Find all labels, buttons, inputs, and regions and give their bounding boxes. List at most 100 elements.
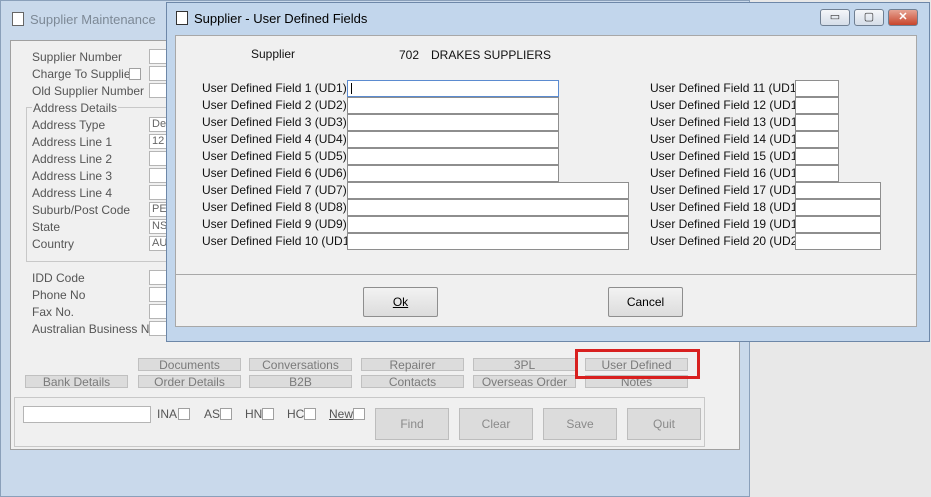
ud15-input[interactable] [795,148,839,165]
idd-code-label: IDD Code [32,271,85,285]
hc-label: HC [287,407,305,421]
cancel-button[interactable]: Cancel [608,287,683,317]
ud19-input[interactable] [795,216,881,233]
ud20-label: User Defined Field 20 (UD20) [650,234,809,248]
ud20-input[interactable] [795,233,881,250]
ud14-input[interactable] [795,131,839,148]
minimize-button[interactable]: ▭ [820,9,850,26]
ina-checkbox[interactable] [178,408,190,420]
ud17-label: User Defined Field 17 (UD17) [650,183,809,197]
ud10-input[interactable] [347,233,629,250]
close-button[interactable]: ✕ [888,9,918,26]
bank-details-button[interactable]: Bank Details [25,375,128,388]
ud9-input[interactable] [347,216,629,233]
old-supplier-number-label: Old Supplier Number [32,84,145,98]
ud9-label: User Defined Field 9 (UD9) [202,217,347,231]
dialog-separator [175,274,917,275]
ud3-label: User Defined Field 3 (UD3) [202,115,347,129]
country-label: Country [32,237,75,251]
ud10-label: User Defined Field 10 (UD10) [202,234,361,248]
ina-label: INA [157,407,178,421]
new-checkbox[interactable] [353,408,365,420]
phone-no-label: Phone No [32,288,86,302]
address-type-label: Address Type [32,118,106,132]
ud1-input[interactable] [347,80,559,97]
ud8-label: User Defined Field 8 (UD8) [202,200,347,214]
ud7-label: User Defined Field 7 (UD7) [202,183,347,197]
address-line-3-label: Address Line 3 [32,169,113,183]
abn-label: Australian Business No [32,322,157,336]
ud4-label: User Defined Field 4 (UD4) [202,132,347,146]
search-input[interactable] [23,406,151,423]
ud19-label: User Defined Field 19 (UD19) [650,217,809,231]
b2b-button[interactable]: B2B [249,375,352,388]
ud16-input[interactable] [795,165,839,182]
clear-button[interactable]: Clear [459,408,533,440]
ud1-label: User Defined Field 1 (UD1) [202,81,347,95]
maximize-icon: ▢ [863,11,875,23]
address-line-4-label: Address Line 4 [32,186,113,200]
hc-checkbox[interactable] [304,408,316,420]
ud18-input[interactable] [795,199,881,216]
ud5-input[interactable] [347,148,559,165]
suburb-post-code-label: Suburb/Post Code [32,203,131,217]
ud2-input[interactable] [347,97,559,114]
3pl-button[interactable]: 3PL [473,358,576,371]
as-label: AS [204,407,221,421]
supplier-number-label: Supplier Number [32,50,123,64]
as-checkbox[interactable] [220,408,232,420]
ud5-label: User Defined Field 5 (UD5) [202,149,347,163]
ud6-input[interactable] [347,165,559,182]
ud7-input[interactable] [347,182,629,199]
ud18-label: User Defined Field 18 (UD18) [650,200,809,214]
ud6-label: User Defined Field 6 (UD6) [202,166,347,180]
ud2-label: User Defined Field 2 (UD2) [202,98,347,112]
repairer-button[interactable]: Repairer [361,358,464,371]
ud12-label: User Defined Field 12 (UD12) [650,98,809,112]
document-icon [12,12,24,26]
ok-button-label: Ok [392,295,409,309]
supplier-label: Supplier [251,47,296,61]
maximize-button[interactable]: ▢ [854,9,884,26]
address-details-label: Address Details [32,101,119,115]
minimize-icon: ▭ [829,11,841,23]
quit-button[interactable]: Quit [627,408,701,440]
ok-button[interactable]: Ok [363,287,438,317]
charge-to-supplier-checkbox[interactable] [129,68,141,80]
fax-no-label: Fax No. [32,305,75,319]
supplier-number-value: 702 [399,48,420,62]
conversations-button[interactable]: Conversations [249,358,352,371]
new-label: New [329,407,354,421]
address-line-2-label: Address Line 2 [32,152,113,166]
ud16-label: User Defined Field 16 (UD16) [650,166,809,180]
charge-to-supplier-label: Charge To Supplier [32,67,135,81]
state-label: State [32,220,61,234]
supplier-name-value: DRAKES SUPPLIERS [431,48,552,62]
ud8-input[interactable] [347,199,629,216]
order-details-button[interactable]: Order Details [138,375,241,388]
ud17-input[interactable] [795,182,881,199]
ud12-input[interactable] [795,97,839,114]
ud14-label: User Defined Field 14 (UD14) [650,132,809,146]
ud15-label: User Defined Field 15 (UD15) [650,149,809,163]
dialog-title: Supplier - User Defined Fields [176,11,367,26]
contacts-button[interactable]: Contacts [361,375,464,388]
hn-label: HN [245,407,263,421]
hn-checkbox[interactable] [262,408,274,420]
text-caret [351,83,352,94]
ud13-input[interactable] [795,114,839,131]
ud3-input[interactable] [347,114,559,131]
ud13-label: User Defined Field 13 (UD13) [650,115,809,129]
close-icon: ✕ [898,11,908,23]
overseas-order-button[interactable]: Overseas Order [473,375,576,388]
document-icon [176,11,188,25]
find-button[interactable]: Find [375,408,449,440]
user-defined-highlight [575,349,700,379]
ud11-label: User Defined Field 11 (UD11) [650,81,807,95]
documents-button[interactable]: Documents [138,358,241,371]
address-line-1-label: Address Line 1 [32,135,113,149]
save-button[interactable]: Save [543,408,617,440]
supplier-maintenance-title: Supplier Maintenance [12,12,156,27]
ud4-input[interactable] [347,131,559,148]
ud11-input[interactable] [795,80,839,97]
